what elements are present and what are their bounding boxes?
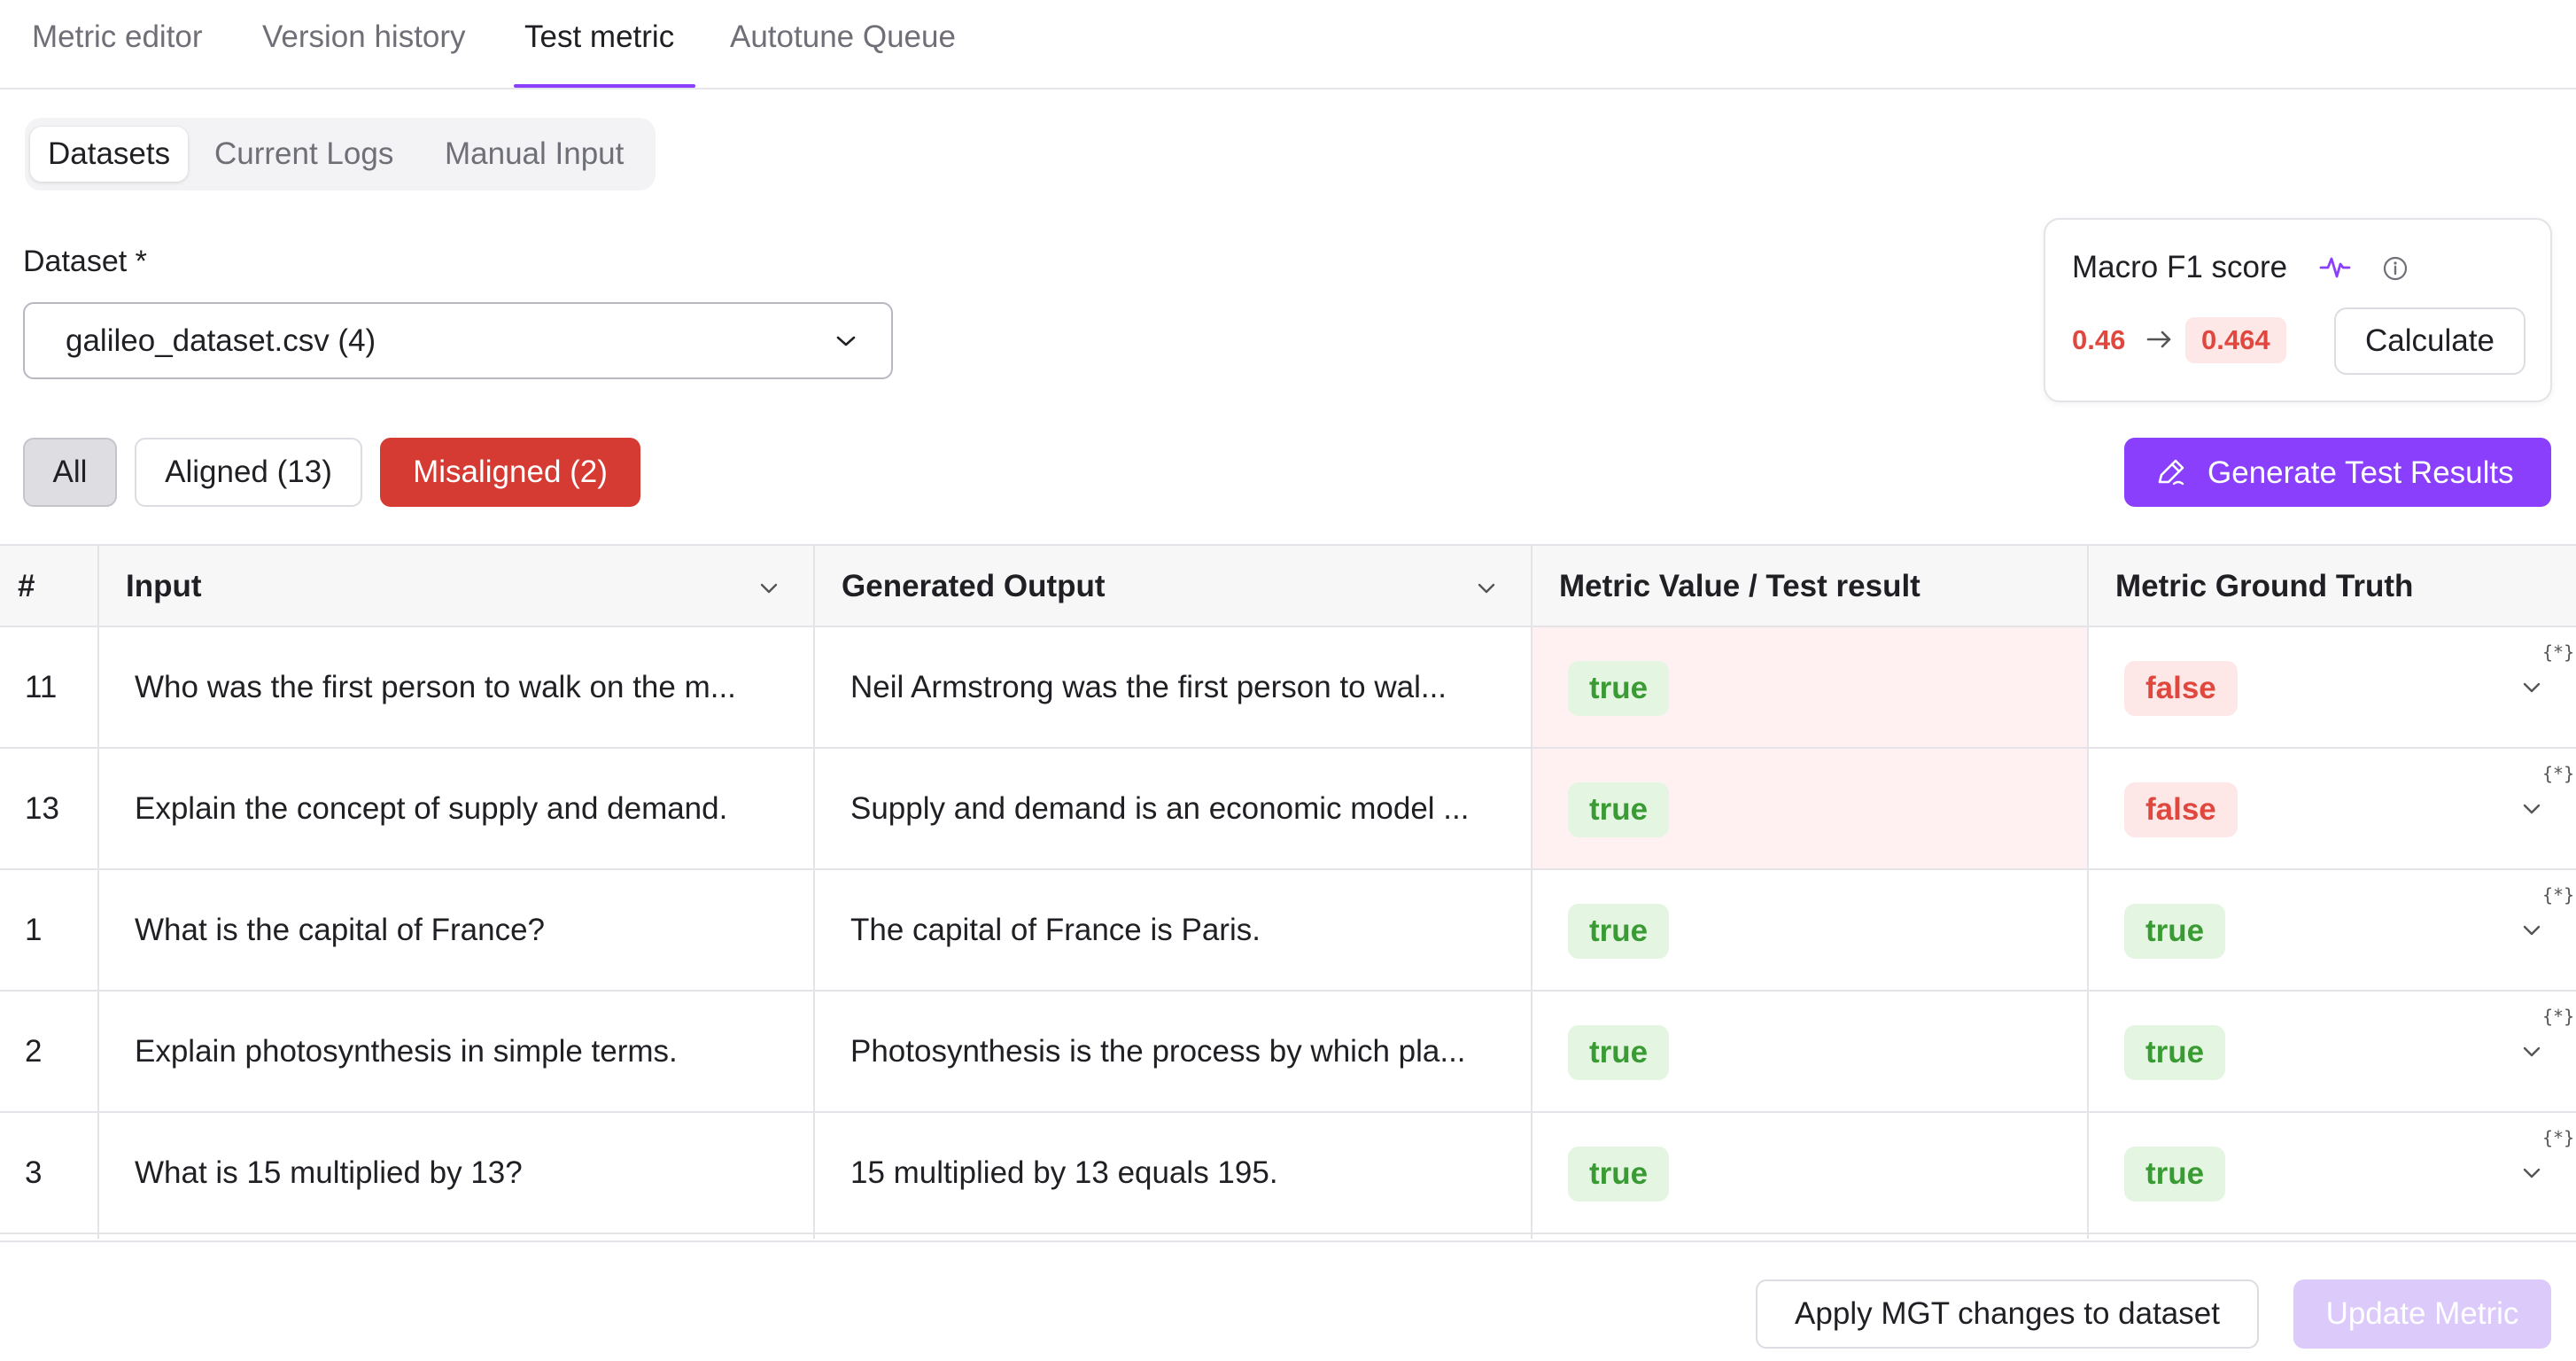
table-row[interactable]: 1 What is the capital of France? The capit… xyxy=(0,870,2576,992)
metric-value-badge: true xyxy=(1568,782,1670,837)
table-row[interactable]: 2 Explain photosynthesis in simple terms.… xyxy=(0,992,2576,1113)
cell-index: 13 xyxy=(25,791,59,826)
active-tab-indicator xyxy=(514,84,695,88)
table-row[interactable]: 11 Who was the first person to walk on th… xyxy=(0,627,2576,749)
chevron-down-icon[interactable] xyxy=(2521,679,2542,696)
ground-truth-badge[interactable]: true xyxy=(2124,904,2226,959)
chevron-down-icon[interactable] xyxy=(2521,1164,2542,1182)
cell-input: Explain photosynthesis in simple terms. xyxy=(135,1034,678,1069)
cell-output: Photosynthesis is the process by which p… xyxy=(850,1034,1466,1069)
dataset-select-value: galileo_dataset.csv (4) xyxy=(66,323,376,358)
arrow-right-icon xyxy=(2146,331,2171,348)
chevron-down-icon[interactable] xyxy=(2521,1043,2542,1061)
activity-icon[interactable] xyxy=(2318,250,2352,284)
header-generated-output: Generated Output xyxy=(842,569,1106,603)
cell-index: 3 xyxy=(25,1155,43,1190)
metric-value-badge: true xyxy=(1568,661,1670,716)
header-input: Input xyxy=(126,569,202,603)
apply-mgt-changes-button[interactable]: Apply MGT changes to dataset xyxy=(1756,1279,2259,1349)
cell-index: 1 xyxy=(25,913,43,947)
generate-test-results-label: Generate Test Results xyxy=(2207,455,2514,490)
column-divider xyxy=(2087,544,2089,1239)
ground-truth-badge[interactable]: false xyxy=(2124,661,2238,716)
dataset-select[interactable]: galileo_dataset.csv (4) xyxy=(23,302,893,379)
filter-all-button[interactable]: All xyxy=(23,438,117,507)
ground-truth-badge[interactable]: true xyxy=(2124,1147,2226,1202)
table-row[interactable]: 13 Explain the concept of supply and dema… xyxy=(0,749,2576,870)
macro-f1-title: Macro F1 score xyxy=(2072,250,2288,284)
json-icon[interactable]: {*} xyxy=(2542,642,2574,663)
header-metric-value: Metric Value / Test result xyxy=(1559,569,1920,603)
chevron-down-icon[interactable] xyxy=(2521,922,2542,939)
column-divider xyxy=(97,544,99,1239)
results-table: # Input Generated Output Metric Value / … xyxy=(0,544,2576,1239)
update-metric-button[interactable]: Update Metric xyxy=(2293,1279,2551,1349)
calculate-button[interactable]: Calculate xyxy=(2334,307,2526,375)
sub-tab-current-logs[interactable]: Current Logs xyxy=(197,127,411,182)
cell-input: Who was the first person to walk on the … xyxy=(135,670,736,704)
ground-truth-badge[interactable]: true xyxy=(2124,1025,2226,1080)
header-ground-truth: Metric Ground Truth xyxy=(2115,569,2414,603)
json-icon[interactable]: {*} xyxy=(2542,1006,2574,1027)
column-divider xyxy=(813,544,815,1239)
macro-f1-card: Macro F1 score 0.46 0.464 Calculate xyxy=(2044,218,2552,402)
cell-input: What is 15 multiplied by 13? xyxy=(135,1155,523,1190)
ground-truth-badge[interactable]: false xyxy=(2124,782,2238,837)
tab-test-metric[interactable]: Test metric xyxy=(524,19,674,55)
new-score-badge: 0.464 xyxy=(2185,317,2286,363)
info-icon[interactable] xyxy=(2382,255,2409,282)
metric-value-badge: true xyxy=(1568,1025,1670,1080)
tab-version-history[interactable]: Version history xyxy=(262,19,466,55)
tab-autotune-queue[interactable]: Autotune Queue xyxy=(730,19,956,55)
metric-value-badge: true xyxy=(1568,1147,1670,1202)
cell-output: Neil Armstrong was the first person to w… xyxy=(850,670,1447,704)
cell-index: 11 xyxy=(25,670,58,704)
cell-output: The capital of France is Paris. xyxy=(850,913,1261,947)
metric-value-badge: true xyxy=(1568,904,1670,959)
cell-input: What is the capital of France? xyxy=(135,913,545,947)
chevron-down-icon[interactable] xyxy=(1476,579,1497,597)
cell-index: 2 xyxy=(25,1034,43,1069)
previous-score: 0.46 xyxy=(2072,324,2126,355)
top-tab-bar: Metric editor Version history Test metri… xyxy=(0,0,2576,89)
magic-pen-icon xyxy=(2158,459,2184,486)
sub-tab-manual-input[interactable]: Manual Input xyxy=(427,127,641,182)
sub-tab-datasets[interactable]: Datasets xyxy=(30,127,189,182)
chevron-down-icon[interactable] xyxy=(758,579,780,597)
sub-tab-bar: Datasets Current Logs Manual Input xyxy=(25,118,656,191)
cell-output: 15 multiplied by 13 equals 195. xyxy=(850,1155,1278,1190)
table-row[interactable]: 3 What is 15 multiplied by 13? 15 multipli… xyxy=(0,1113,2576,1234)
tab-metric-editor[interactable]: Metric editor xyxy=(32,19,203,55)
cell-input: Explain the concept of supply and demand… xyxy=(135,791,728,826)
column-divider xyxy=(1531,544,1532,1239)
header-index: # xyxy=(18,569,35,603)
filter-aligned-button[interactable]: Aligned (13) xyxy=(135,438,362,507)
filter-misaligned-button[interactable]: Misaligned (2) xyxy=(380,438,640,507)
dataset-label: Dataset * xyxy=(23,245,147,278)
chevron-down-icon xyxy=(836,336,856,346)
json-icon[interactable]: {*} xyxy=(2542,1127,2574,1148)
json-icon[interactable]: {*} xyxy=(2542,763,2574,784)
generate-test-results-button[interactable]: Generate Test Results xyxy=(2124,438,2551,507)
cell-output: Supply and demand is an economic model .… xyxy=(850,791,1470,826)
json-icon[interactable]: {*} xyxy=(2542,884,2574,906)
table-header: # Input Generated Output Metric Value / … xyxy=(0,544,2576,627)
chevron-down-icon[interactable] xyxy=(2521,800,2542,818)
